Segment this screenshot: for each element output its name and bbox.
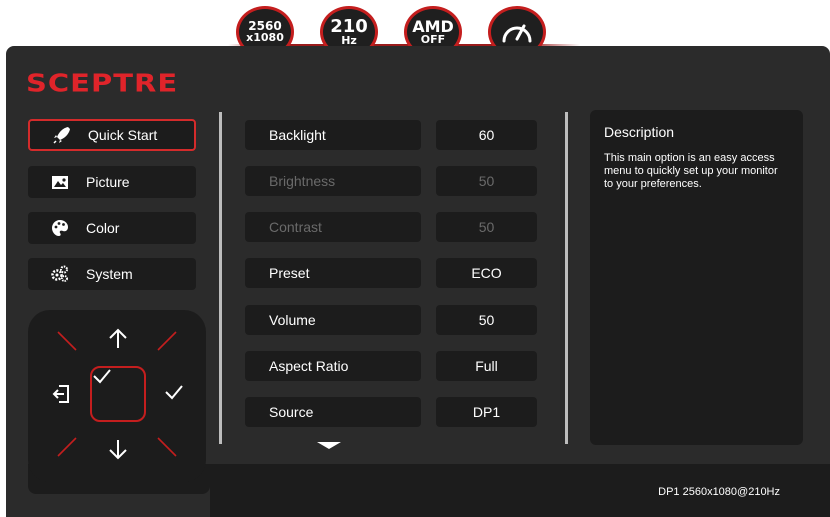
menu-item-label: Color [86,220,120,236]
setting-value-preset[interactable]: ECO [436,258,537,288]
confirm-center-button[interactable] [90,366,146,422]
setting-label-backlight[interactable]: Backlight [245,120,421,150]
input-status: DP1 2560x1080@210Hz [658,486,780,498]
setting-label-brightness: Brightness [245,166,421,196]
setting-value-aspect-ratio[interactable]: Full [436,351,537,381]
setting-value-volume[interactable]: 50 [436,305,537,335]
refresh-badge-line2: Hz [341,33,357,47]
setting-label-contrast: Contrast [245,212,421,242]
amd-badge-line2: OFF [420,32,446,46]
menu-item-quick-start[interactable]: Quick Start [28,119,196,151]
description-panel: Description This main option is an easy … [590,110,803,445]
setting-label-preset[interactable]: Preset [245,258,421,288]
status-bar: DP1 2560x1080@210Hz [210,464,830,517]
menu-item-label: Quick Start [88,127,158,143]
description-text: This main option is an easy access menu … [604,152,778,190]
scroll-down-icon[interactable] [317,442,341,449]
menu-item-picture[interactable]: Picture [28,166,196,198]
divider-left [219,112,222,444]
gears-icon [50,264,70,284]
sceptre-logo: SCEPTRE [26,68,179,98]
menu-item-system[interactable]: System [28,258,196,290]
picture-icon [50,172,70,192]
setting-value-contrast: 50 [436,212,537,242]
description-title: Description [604,124,675,140]
rocket-icon [52,125,72,145]
setting-label-aspect-ratio[interactable]: Aspect Ratio [245,351,421,381]
setting-label-volume[interactable]: Volume [245,305,421,335]
refresh-badge-line1: 210 [330,15,368,37]
resolution-badge-line2: x1080 [246,31,284,44]
joystick-pad [28,310,206,482]
menu-item-color[interactable]: Color [28,212,196,244]
menu-item-label: System [86,266,133,282]
setting-value-source[interactable]: DP1 [436,397,537,427]
setting-value-backlight[interactable]: 60 [436,120,537,150]
divider-right [565,112,568,444]
palette-icon [50,218,70,238]
amd-badge-line1: AMD [412,16,454,36]
setting-value-brightness: 50 [436,166,537,196]
checkmark-icon [93,369,111,384]
osd-window: SCEPTRE Quick Start Picture Color System [6,46,830,517]
setting-label-source[interactable]: Source [245,397,421,427]
menu-item-label: Picture [86,174,130,190]
